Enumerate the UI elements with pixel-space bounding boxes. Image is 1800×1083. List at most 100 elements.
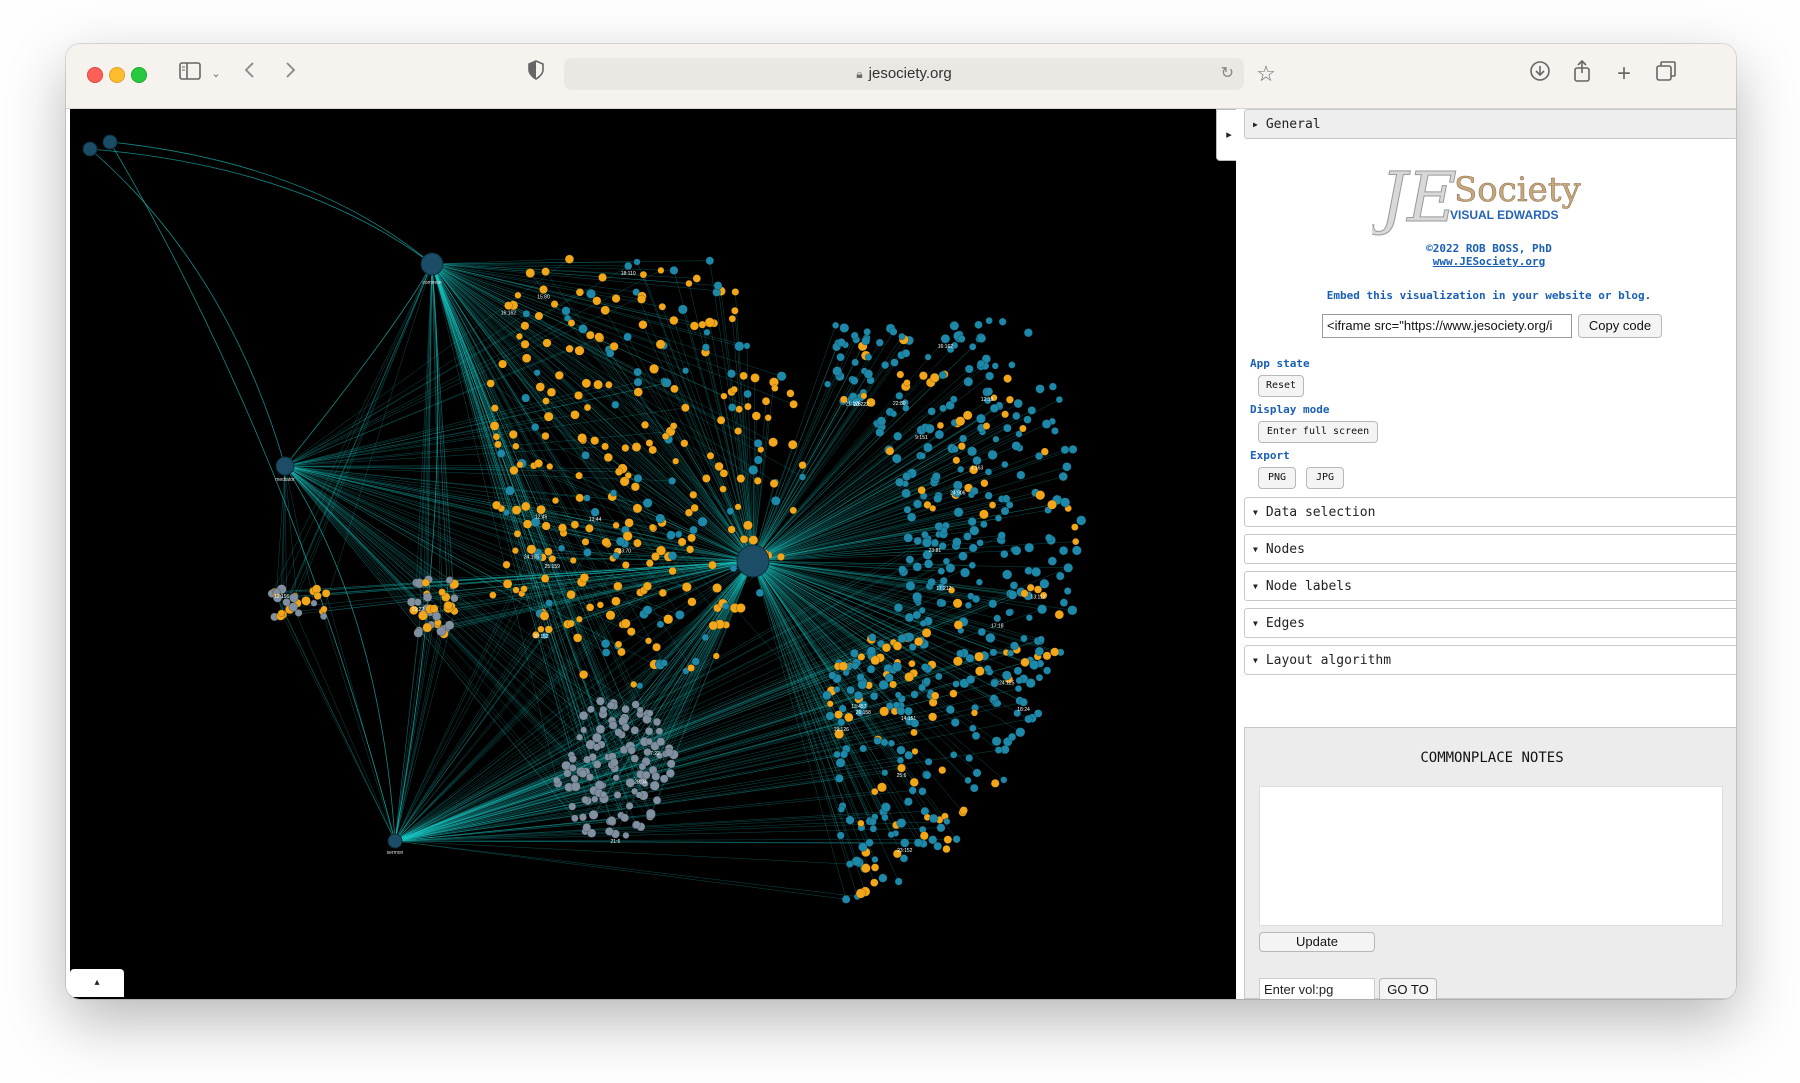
- graph-node[interactable]: [701, 343, 710, 352]
- graph-node[interactable]: [965, 754, 974, 763]
- graph-node[interactable]: [833, 750, 841, 759]
- graph-node[interactable]: [713, 281, 723, 291]
- graph-node[interactable]: [708, 560, 717, 570]
- graph-node[interactable]: [582, 823, 592, 832]
- graph-node[interactable]: [994, 746, 1003, 754]
- node-label[interactable]: 24:125: [999, 680, 1015, 686]
- graph-node[interactable]: [898, 565, 907, 574]
- graph-node[interactable]: [873, 736, 882, 745]
- graph-hub-node[interactable]: [102, 134, 118, 150]
- graph-node[interactable]: [919, 831, 929, 841]
- graph-node[interactable]: [445, 576, 453, 584]
- graph-node[interactable]: [891, 453, 902, 464]
- node-label[interactable]: 17:18: [991, 623, 1004, 629]
- graph-node[interactable]: [534, 458, 544, 468]
- graph-node[interactable]: [971, 731, 981, 741]
- graph-node[interactable]: [965, 653, 975, 663]
- graph-node[interactable]: [656, 737, 666, 747]
- graph-node[interactable]: [901, 488, 911, 499]
- graph-node[interactable]: [897, 763, 906, 773]
- graph-node[interactable]: [743, 389, 752, 399]
- graph-node[interactable]: [771, 384, 779, 392]
- graph-node[interactable]: [1068, 444, 1078, 454]
- graph-node[interactable]: [592, 296, 602, 306]
- graph-node[interactable]: [639, 270, 648, 279]
- graph-node[interactable]: [611, 294, 621, 304]
- graph-node[interactable]: [689, 321, 699, 331]
- graph-node[interactable]: [967, 517, 977, 527]
- graph-node[interactable]: [1007, 649, 1015, 657]
- graph-node[interactable]: [605, 381, 613, 389]
- graph-node[interactable]: [686, 545, 695, 554]
- graph-node[interactable]: [1024, 714, 1033, 724]
- graph-node[interactable]: [701, 633, 710, 642]
- graph-node[interactable]: [545, 599, 553, 608]
- graph-node[interactable]: [1024, 542, 1035, 553]
- graph-node[interactable]: [936, 823, 946, 833]
- graph-node[interactable]: [878, 873, 888, 883]
- graph-node[interactable]: [663, 614, 674, 625]
- graph-node[interactable]: [1054, 609, 1064, 620]
- graph-node[interactable]: [1016, 470, 1026, 480]
- graph-node[interactable]: [645, 439, 654, 447]
- graph-node[interactable]: [904, 672, 915, 682]
- graph-node[interactable]: [929, 813, 939, 824]
- graph-node[interactable]: [661, 377, 672, 388]
- graph-node[interactable]: [974, 651, 985, 662]
- graph-node[interactable]: [972, 455, 982, 466]
- graph-node[interactable]: [878, 679, 889, 690]
- graph-node[interactable]: [621, 704, 630, 714]
- graph-node[interactable]: [642, 605, 653, 615]
- graph-node[interactable]: [682, 367, 690, 375]
- graph-node[interactable]: [962, 410, 973, 421]
- graph-node[interactable]: [443, 600, 453, 610]
- graph-node[interactable]: [622, 531, 633, 542]
- graph-node[interactable]: [568, 802, 577, 811]
- graph-node[interactable]: [963, 376, 974, 387]
- graph-node[interactable]: [836, 352, 845, 362]
- graph-node[interactable]: [903, 505, 912, 514]
- graph-node[interactable]: [727, 403, 737, 412]
- graph-node[interactable]: [957, 334, 966, 343]
- graph-node[interactable]: [502, 579, 513, 589]
- graph-node[interactable]: [621, 723, 630, 732]
- graph-node[interactable]: [450, 594, 459, 603]
- node-label[interactable]: 7:22: [650, 751, 660, 757]
- graph-node[interactable]: [922, 677, 931, 686]
- graph-node[interactable]: [661, 432, 670, 441]
- graph-node[interactable]: [627, 746, 636, 755]
- graph-node[interactable]: [1011, 545, 1022, 556]
- graph-node[interactable]: [894, 477, 905, 487]
- graph-node[interactable]: [864, 353, 873, 361]
- graph-node[interactable]: [677, 304, 688, 315]
- graph-node[interactable]: [903, 379, 911, 387]
- graph-node[interactable]: [731, 306, 739, 315]
- graph-node[interactable]: [521, 353, 532, 363]
- node-label[interactable]: 13:112: [1031, 595, 1046, 601]
- graph-node[interactable]: [1023, 328, 1033, 338]
- graph-node[interactable]: [980, 520, 988, 529]
- graph-node[interactable]: [928, 712, 938, 722]
- node-label[interactable]: 13:44: [589, 517, 602, 523]
- section-general[interactable]: ▶ General: [1244, 109, 1736, 139]
- graph-node[interactable]: [1071, 523, 1079, 531]
- graph-node[interactable]: [601, 648, 611, 657]
- node-label[interactable]: 20:152: [533, 634, 549, 640]
- graph-node[interactable]: [585, 603, 595, 612]
- graph-node[interactable]: [985, 632, 996, 643]
- graph-node[interactable]: [851, 358, 859, 367]
- graph-node[interactable]: [896, 370, 905, 379]
- graph-node[interactable]: [968, 343, 977, 351]
- graph-node[interactable]: [422, 622, 433, 633]
- graph-node[interactable]: [753, 455, 763, 465]
- graph-node[interactable]: [875, 427, 885, 437]
- graph-node[interactable]: [626, 627, 636, 637]
- zoom-window-button[interactable]: [131, 67, 147, 83]
- graph-node[interactable]: [940, 526, 948, 534]
- node-label[interactable]: 26:158: [856, 710, 872, 716]
- graph-node[interactable]: [859, 744, 868, 753]
- address-bar[interactable]: 🔒︎ jesociety.org ↻: [564, 58, 1244, 90]
- graph-node[interactable]: [277, 609, 286, 617]
- graph-node[interactable]: [1008, 361, 1016, 369]
- graph-node[interactable]: [550, 300, 559, 309]
